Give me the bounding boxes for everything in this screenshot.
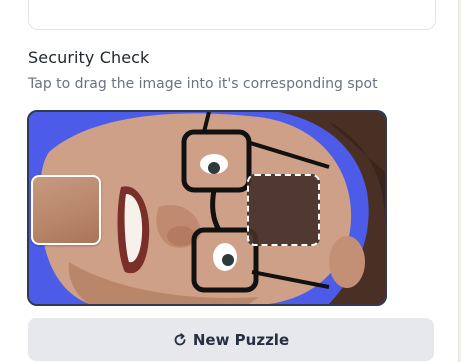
draggable-puzzle-piece[interactable] bbox=[31, 175, 101, 245]
puzzle-target-slot[interactable] bbox=[247, 174, 320, 246]
new-puzzle-label: New Puzzle bbox=[192, 330, 290, 349]
refresh-icon bbox=[173, 332, 187, 347]
security-check-title: Security Check bbox=[28, 48, 150, 67]
security-check-instruction: Tap to drag the image into it's correspo… bbox=[28, 76, 378, 92]
new-puzzle-button[interactable]: New Puzzle bbox=[28, 318, 434, 361]
previous-field[interactable] bbox=[28, 0, 436, 30]
puzzle-image bbox=[27, 110, 387, 306]
security-check-panel: Security Check Tap to drag the image int… bbox=[0, 0, 459, 362]
